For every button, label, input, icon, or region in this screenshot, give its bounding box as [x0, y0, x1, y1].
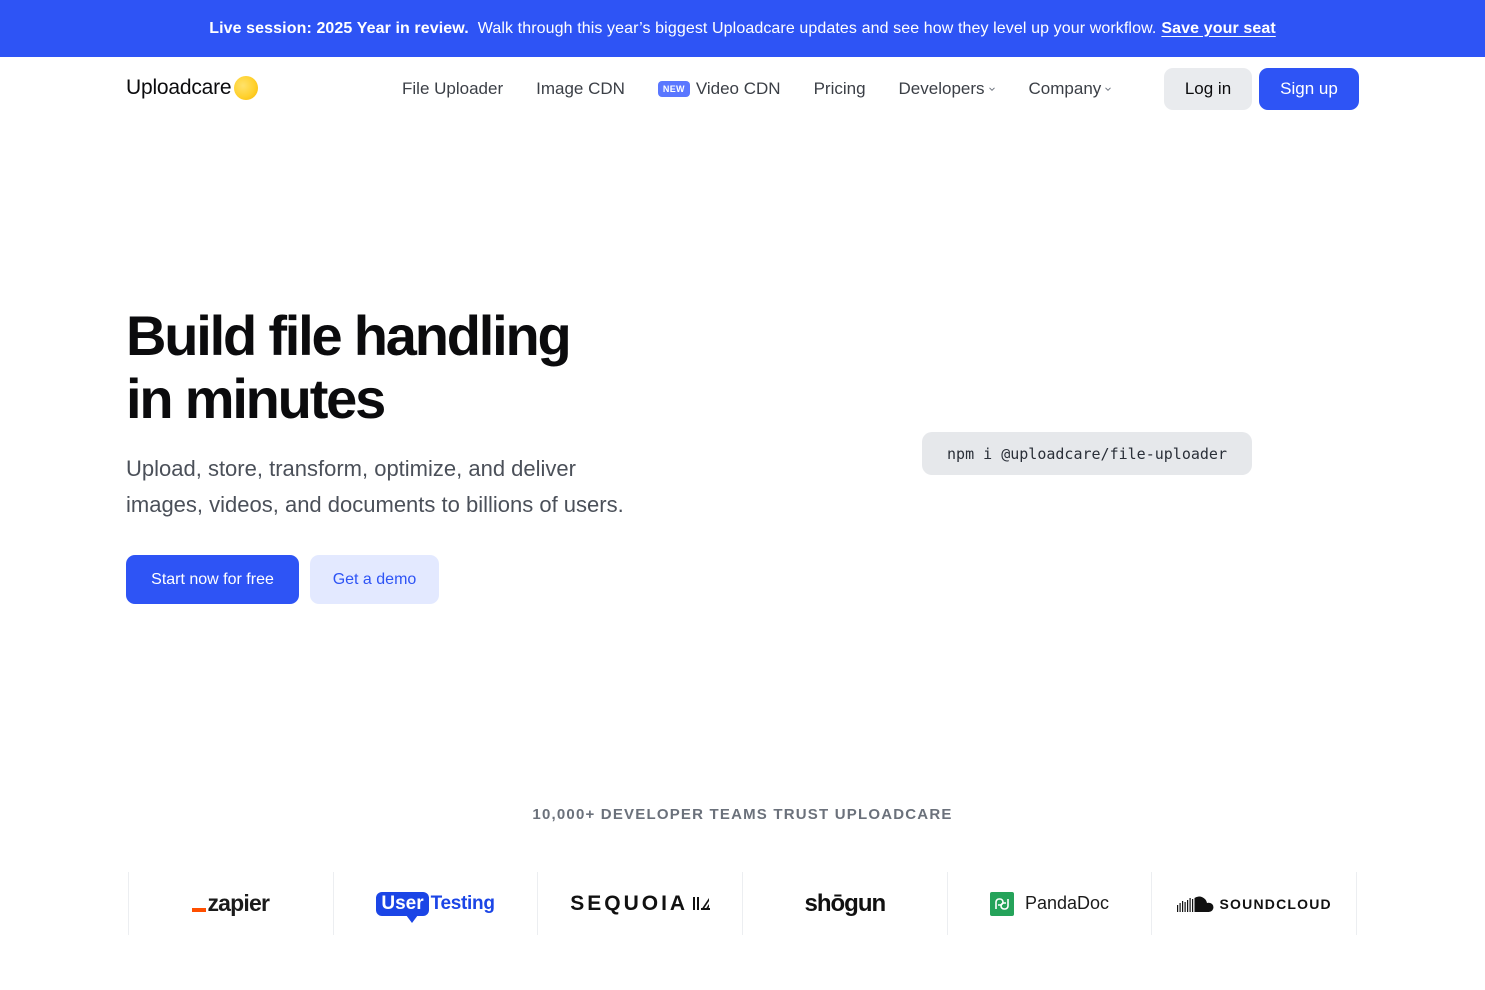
new-badge: NEW	[657, 81, 690, 97]
banner-description: Walk through this year’s biggest Uploadc…	[477, 19, 1157, 37]
pandadoc-logo: PandaDoc	[989, 891, 1110, 916]
zapier-wordmark: zapier	[207, 890, 270, 916]
nav-video-cdn[interactable]: NEW Video CDN	[657, 79, 781, 99]
logo-cell-pandadoc: PandaDoc	[948, 872, 1153, 935]
hero-subtitle: Upload, store, transform, optimize, and …	[126, 451, 706, 523]
shogun-logo: shōgun	[804, 889, 887, 917]
nav-links: File Uploader Image CDN NEW Video CDN Pr…	[402, 79, 1145, 99]
nav-developers-label: Developers	[898, 79, 985, 98]
banner-title: Live session: 2025 Year in review.	[209, 19, 469, 37]
usertesting-wordmark: Testing	[430, 892, 495, 914]
save-seat-link[interactable]: Save your seat	[1161, 20, 1275, 38]
sequoia-logo: SEQUOIA	[570, 891, 711, 916]
zapier-mark-icon	[192, 908, 207, 912]
usertesting-pill: User	[376, 891, 429, 923]
sequoia-wordmark: SEQUOIA	[570, 891, 689, 915]
nav-company[interactable]: Company	[1029, 79, 1113, 99]
main-nav: Uploadcare File Uploader Image CDN NEW V…	[0, 57, 1485, 121]
pandadoc-wordmark: PandaDoc	[1024, 893, 1110, 913]
nav-image-cdn-label: Image CDN	[536, 79, 625, 98]
nav-file-uploader-label: File Uploader	[402, 79, 504, 98]
soundcloud-cloud-icon	[1176, 896, 1213, 912]
login-button[interactable]: Log in	[1164, 68, 1252, 110]
usertesting-logo: User Testing	[376, 891, 495, 923]
trust-heading: 10,000+ DEVELOPER TEAMS TRUST UPLOADCARE	[532, 806, 953, 823]
hero-subtitle-line-1: Upload, store, transform, optimize, and …	[126, 456, 576, 481]
logo-wordmark: Uploadcare	[126, 76, 232, 99]
logo-cell-usertesting: User Testing	[334, 872, 539, 935]
logo-cell-zapier: zapier	[129, 872, 334, 935]
logo-cell-sequoia: SEQUOIA	[538, 872, 744, 935]
customer-logos: zapier User Testing SEQUOIA shōgun Panda…	[128, 872, 1358, 935]
get-demo-button[interactable]: Get a demo	[310, 555, 439, 604]
nav-pricing-label: Pricing	[813, 79, 866, 98]
uploadcare-logo[interactable]: Uploadcare	[126, 76, 259, 100]
pandadoc-mark-icon	[989, 891, 1014, 916]
soundcloud-wordmark: SOUNDCLOUD	[1219, 895, 1332, 912]
nav-developers[interactable]: Developers	[899, 79, 996, 99]
logo-cell-soundcloud: SOUNDCLOUD	[1152, 872, 1358, 935]
npm-install-command[interactable]: npm i @uploadcare/file-uploader	[922, 432, 1252, 475]
hero-title: Build file handling in minutes	[126, 304, 746, 430]
nav-image-cdn[interactable]: Image CDN	[536, 79, 625, 99]
chevron-down-icon	[988, 87, 995, 92]
nav-file-uploader[interactable]: File Uploader	[402, 79, 503, 99]
soundcloud-logo: SOUNDCLOUD	[1176, 895, 1332, 913]
zapier-logo: zapier	[192, 890, 270, 917]
nav-video-cdn-label: Video CDN	[695, 79, 781, 98]
announcement-banner: Live session: 2025 Year in review. Walk …	[0, 0, 1485, 57]
logo-dot-icon	[234, 76, 259, 100]
start-free-button[interactable]: Start now for free	[126, 555, 299, 604]
logo-cell-shogun: shōgun	[743, 872, 948, 935]
signup-button[interactable]: Sign up	[1259, 68, 1359, 110]
nav-company-label: Company	[1028, 79, 1102, 98]
chevron-down-icon	[1105, 87, 1112, 92]
nav-pricing[interactable]: Pricing	[814, 79, 866, 99]
hero-subtitle-line-2: images, videos, and documents to billion…	[126, 492, 624, 517]
hero-title-line-1: Build file handling	[126, 304, 572, 367]
sequoia-mark-icon	[693, 897, 711, 910]
hero-title-line-2: in minutes	[126, 367, 386, 430]
